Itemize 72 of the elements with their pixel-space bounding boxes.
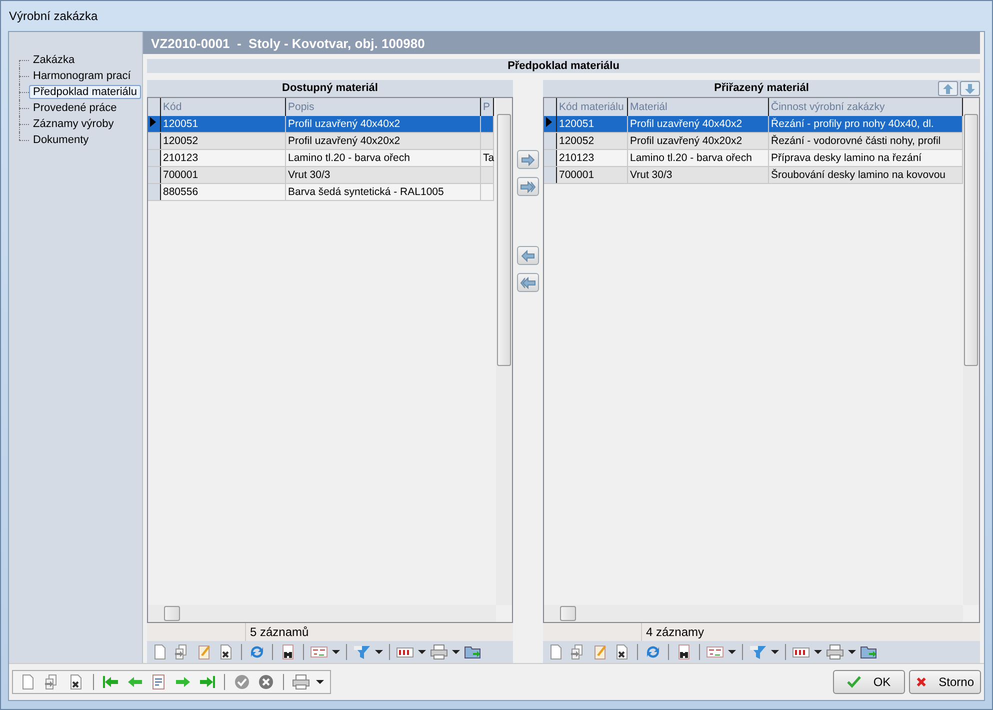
- table-row[interactable]: 120051 Profil uzavřený 40x40x2: [148, 116, 494, 132]
- double-right-arrow-icon: [520, 180, 536, 192]
- export-icon[interactable]: [860, 644, 878, 660]
- table-cell: Řezání - vodorovné části nohy, profil: [768, 132, 962, 150]
- table-row[interactable]: 700001 Vrut 30/3 Šroubování desky lamino na kovovou: [544, 166, 962, 184]
- tree-item[interactable]: Harmonogram prací: [29, 69, 135, 83]
- print-icon[interactable]: [292, 674, 310, 690]
- table-cell: 210123: [556, 150, 628, 166]
- table-row[interactable]: 120052 Profil uzavřený 40x20x2: [148, 132, 494, 150]
- current-row-icon: [546, 117, 552, 127]
- ok-button[interactable]: OK: [833, 670, 905, 694]
- table-cell: 700001: [556, 166, 628, 184]
- table-row[interactable]: 120052 Profil uzavřený 40x20x2 Řezání - vodorovné části nohy, profil: [544, 132, 962, 150]
- table-cell: Vrut 30/3: [628, 166, 768, 184]
- table-cell: Příprava desky lamino na řezání: [768, 150, 962, 166]
- panel-title: Dostupný materiál: [147, 80, 513, 97]
- move-down-button[interactable]: [960, 81, 980, 96]
- tree-item[interactable]: Zakázka: [29, 53, 79, 67]
- remove-all-button[interactable]: [517, 273, 539, 292]
- last-record-icon[interactable]: [198, 674, 216, 690]
- right-arrow-icon: [521, 154, 535, 166]
- checkmark-icon: [847, 676, 862, 688]
- refresh-icon[interactable]: [248, 644, 266, 660]
- window-title: Výrobní zakázka: [9, 9, 98, 23]
- table-cell: Lamino tl.20 - barva ořech: [628, 150, 768, 166]
- confirm-icon[interactable]: [233, 674, 251, 690]
- remove-button[interactable]: [517, 246, 539, 265]
- refresh-icon[interactable]: [644, 644, 662, 660]
- table-row[interactable]: 120051 Profil uzavřený 40x40x2 Řezání - profily pro nohy 40x40, dl.: [544, 116, 962, 132]
- add-all-button[interactable]: [517, 177, 539, 196]
- table-cell: 120052: [160, 132, 286, 150]
- tree-item[interactable]: Dokumenty: [29, 133, 93, 147]
- table-cell: 700001: [160, 166, 286, 184]
- record-header: VZ2010-0001 - Stoly - Kovotvar, obj. 100980: [143, 32, 980, 54]
- table-cell: 210123: [160, 150, 286, 166]
- up-arrow-icon: [942, 82, 954, 94]
- section-title: Předpoklad materiálu: [147, 59, 980, 73]
- table-cell: Vrut 30/3: [286, 166, 480, 184]
- move-up-button[interactable]: [938, 81, 958, 96]
- vertical-scrollbar[interactable]: [496, 98, 512, 605]
- table-row[interactable]: 880556 Barva šedá syntetická - RAL1005: [148, 184, 494, 200]
- down-arrow-icon: [964, 82, 976, 94]
- vertical-scrollbar[interactable]: [963, 98, 979, 605]
- next-record-icon[interactable]: [174, 674, 192, 690]
- table-cell: Šroubování desky lamino na kovovou: [768, 166, 962, 184]
- table-cell: 880556: [160, 184, 286, 200]
- current-row-icon: [150, 117, 156, 127]
- record-count: 5 záznamů: [249, 624, 309, 641]
- table-cell: Barva šedá syntetická - RAL1005: [286, 184, 480, 200]
- table-row[interactable]: 700001 Vrut 30/3: [148, 166, 494, 184]
- table-cell: Profil uzavřený 40x20x2: [286, 132, 480, 150]
- horizontal-scrollbar[interactable]: [148, 605, 496, 622]
- close-icon: [916, 676, 927, 688]
- cancel-button[interactable]: Storno: [909, 670, 981, 694]
- tree-item[interactable]: Záznamy výroby: [29, 117, 118, 131]
- add-button[interactable]: [517, 150, 539, 169]
- record-count: 4 záznamy: [645, 624, 704, 641]
- left-arrow-icon: [521, 250, 535, 262]
- panel-title: Přiřazený materiál: [543, 80, 980, 97]
- tree-item[interactable]: Předpoklad materiálu: [29, 85, 141, 99]
- tree-item[interactable]: Provedené práce: [29, 101, 121, 115]
- export-icon[interactable]: [464, 644, 482, 660]
- double-left-arrow-icon: [520, 276, 536, 288]
- table-cell: 120052: [556, 132, 628, 150]
- horizontal-scrollbar[interactable]: [544, 605, 963, 622]
- table-cell: Profil uzavřený 40x20x2: [628, 132, 768, 150]
- previous-record-icon[interactable]: [126, 674, 144, 690]
- first-record-icon[interactable]: [102, 674, 120, 690]
- table-row[interactable]: 210123 Lamino tl.20 - barva ořech Ta: [148, 150, 494, 166]
- table-cell: Lamino tl.20 - barva ořech: [286, 150, 480, 166]
- table-row[interactable]: 210123 Lamino tl.20 - barva ořech Příprava desky lamino na řezání: [544, 150, 962, 166]
- discard-icon[interactable]: [257, 674, 275, 690]
